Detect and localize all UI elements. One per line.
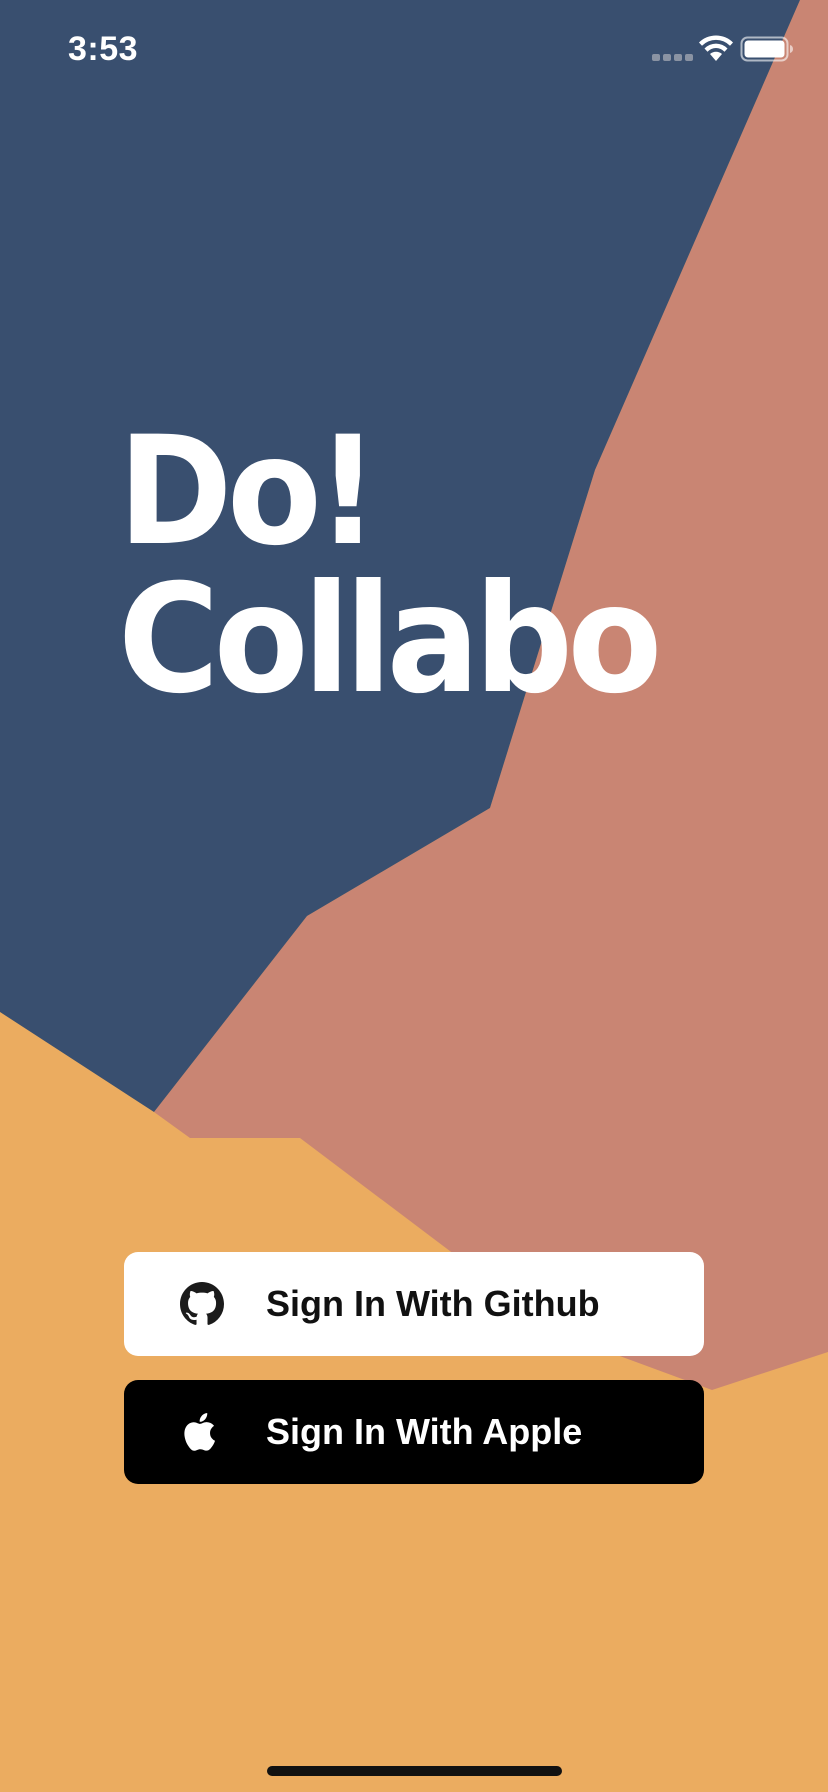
- sign-in-github-label: Sign In With Github: [266, 1283, 600, 1324]
- wifi-icon: [699, 35, 733, 61]
- signal-dots-icon: [652, 54, 693, 61]
- battery-icon: [740, 36, 793, 62]
- logo-line-1: Do!: [118, 405, 379, 579]
- github-icon: [180, 1282, 224, 1325]
- background-shapes: [0, 0, 828, 1792]
- apple-icon: [184, 1413, 216, 1451]
- logo-line-2: Collabo: [118, 553, 662, 727]
- home-indicator[interactable]: [267, 1766, 562, 1776]
- sign-in-apple-label: Sign In With Apple: [266, 1411, 583, 1452]
- login-screen: 3:53 Do! Collabo Sign In With Github Sig…: [0, 0, 828, 1792]
- sign-in-apple-button[interactable]: Sign In With Apple: [124, 1380, 704, 1484]
- sign-in-github-button[interactable]: Sign In With Github: [124, 1252, 704, 1356]
- status-time: 3:53: [68, 30, 139, 68]
- status-bar: 3:53: [0, 0, 828, 100]
- app-logo: Do! Collabo: [118, 405, 718, 727]
